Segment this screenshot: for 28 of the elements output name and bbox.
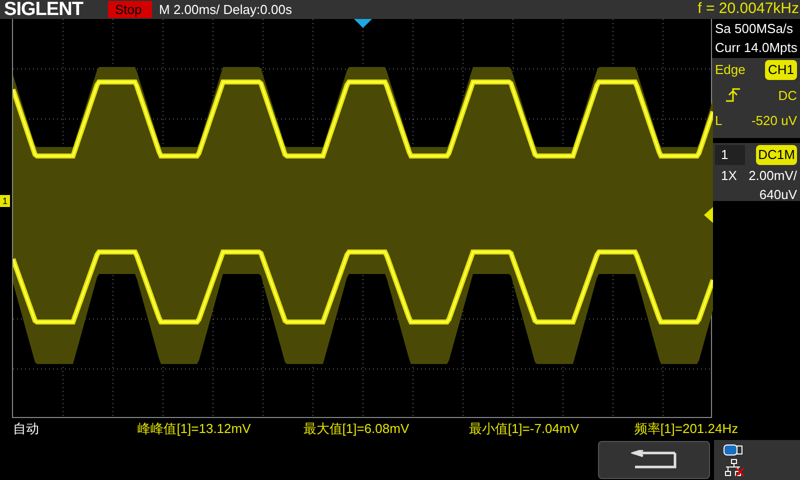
measurement: 峰峰值[1]=13.12mV: [138, 420, 252, 438]
trigger-source: CH1: [764, 60, 797, 80]
timebase: M 2.00ms/ Delay:0.00s: [159, 0, 292, 19]
network-disconnected-icon: [723, 459, 745, 477]
frequency: f = 20.0047kHz: [698, 0, 799, 20]
sample-rate: Sa 500MSa/s: [714, 20, 794, 38]
trigger-coupling: DC: [778, 86, 797, 104]
return-arrow-icon: [631, 450, 677, 470]
back-button[interactable]: [598, 441, 710, 479]
run-state: Stop: [108, 1, 152, 18]
usb-drive-icon: [723, 444, 743, 456]
trigger-level-label: L: [715, 112, 722, 130]
trigger-type: Edge: [715, 61, 746, 79]
channel-marker: 1: [0, 195, 10, 207]
trigger-level: -520 uV: [751, 112, 797, 130]
channel-coupling: DC1M: [756, 145, 797, 164]
trigger-mode: 自动: [12, 420, 40, 438]
channel-number: 1: [715, 145, 745, 164]
rising-edge-icon: [725, 88, 741, 102]
brand-logo: SIGLENT: [4, 0, 84, 19]
measurement: 频率[1]=201.24Hz: [634, 420, 740, 438]
measurement: 最小值[1]=-7.04mV: [468, 420, 580, 438]
measurement: 最大值[1]=6.08mV: [303, 420, 410, 438]
vertical-scale: 2.00mV/: [748, 166, 797, 184]
vertical-offset: 640uV: [758, 186, 797, 204]
memory-depth: Curr 14.0Mpts: [714, 39, 798, 57]
trigger-level-marker: [704, 207, 713, 223]
probe-ratio: 1X: [720, 166, 737, 184]
